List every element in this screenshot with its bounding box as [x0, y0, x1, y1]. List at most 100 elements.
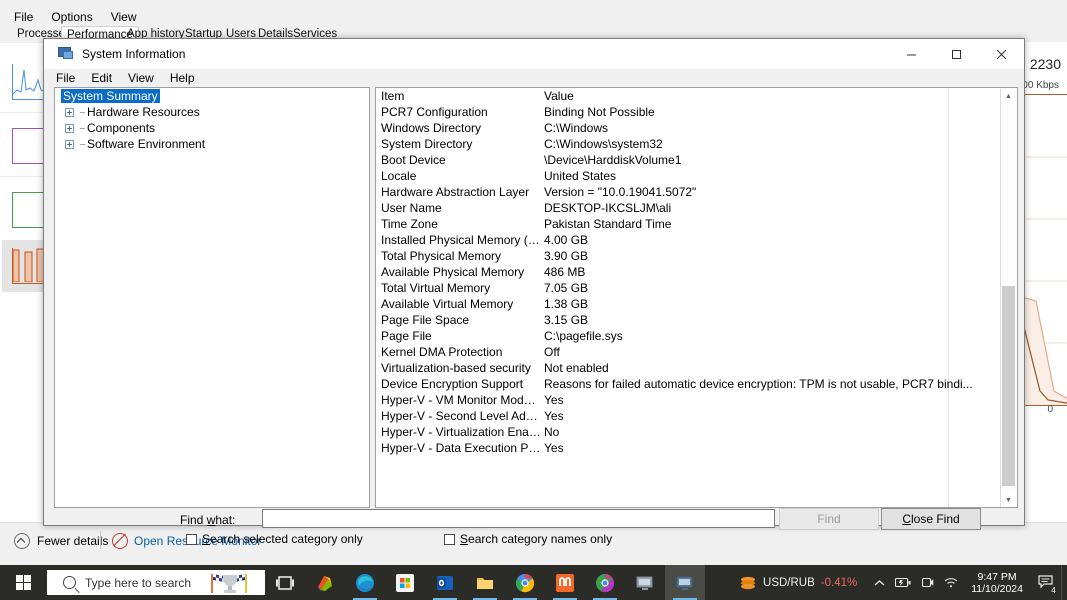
tree-item-software-environment[interactable]: Software Environment	[55, 136, 369, 152]
start-button[interactable]	[0, 565, 46, 600]
table-row[interactable]: Total Virtual Memory 7.05 GB	[376, 280, 1017, 296]
taskbar-clock[interactable]: 9:47 PM 11/10/2024	[963, 565, 1031, 600]
checkbox-icon[interactable]	[444, 533, 455, 545]
si-menu-view[interactable]: View	[128, 71, 154, 85]
table-row[interactable]: Page File Space 3.15 GB	[376, 312, 1017, 328]
table-row[interactable]: Time Zone Pakistan Standard Time	[376, 216, 1017, 232]
table-row[interactable]: Hyper-V - Virtualization Enable... No	[376, 424, 1017, 440]
si-menu-file[interactable]: File	[56, 71, 75, 85]
category-tree[interactable]: System Summary Hardware Resources Compon…	[54, 87, 370, 508]
tree-item-hardware-resources[interactable]: Hardware Resources	[55, 104, 369, 120]
taskbar-app-chrome[interactable]	[505, 565, 545, 600]
row-item: Device Encryption Support	[381, 377, 524, 391]
table-row[interactable]: System Directory C:\Windows\system32	[376, 136, 1017, 152]
find-input[interactable]	[262, 509, 775, 528]
table-row[interactable]: Hardware Abstraction Layer Version = "10.…	[376, 184, 1017, 200]
search-illustration-icon	[201, 571, 259, 594]
taskbar-search-box[interactable]: Type here to search	[47, 570, 265, 595]
task-view-button[interactable]	[265, 565, 305, 600]
menu-view[interactable]: View	[111, 10, 137, 24]
tree-item-components[interactable]: Components	[55, 120, 369, 136]
table-row[interactable]: Kernel DMA Protection Off	[376, 344, 1017, 360]
microsoft-store-icon	[396, 573, 414, 592]
taskbar-app-system-information-active[interactable]	[665, 565, 705, 600]
table-row[interactable]: User Name DESKTOP-IKCSLJM\ali	[376, 200, 1017, 216]
row-item: Hyper-V - Second Level Addres...	[381, 409, 541, 423]
list-scrollbar[interactable]: ▲ ▼	[1000, 89, 1016, 507]
taskbar-app-orange[interactable]	[545, 565, 585, 600]
taskbar-app-microsoft-store[interactable]	[385, 565, 425, 600]
expand-icon[interactable]	[65, 107, 74, 117]
scroll-down-icon[interactable]: ▼	[1001, 493, 1016, 507]
table-row[interactable]: Available Virtual Memory 1.38 GB	[376, 296, 1017, 312]
scroll-up-icon[interactable]: ▲	[1001, 89, 1016, 104]
minimize-button[interactable]	[889, 39, 934, 69]
taskbar-app-chrome-canary[interactable]	[585, 565, 625, 600]
menu-file[interactable]: File	[14, 10, 33, 24]
expand-icon[interactable]	[65, 139, 74, 149]
battery-status-icon[interactable]	[891, 565, 915, 600]
row-value: Version = "10.0.19041.5072"	[544, 185, 697, 199]
row-value: Binding Not Possible	[544, 105, 655, 119]
notification-center-button[interactable]: 4	[1031, 565, 1061, 600]
table-row[interactable]: Available Physical Memory 486 MB	[376, 264, 1017, 280]
taskbar-app-edge[interactable]	[345, 565, 385, 600]
table-row[interactable]: Page File C:\pagefile.sys	[376, 328, 1017, 344]
row-value: Pakistan Standard Time	[544, 217, 672, 231]
expand-icon[interactable]	[65, 123, 74, 133]
close-find-button[interactable]: Close Find	[881, 508, 981, 530]
taskbar-app-outlook[interactable]	[425, 565, 465, 600]
table-row[interactable]: Hyper-V - Second Level Addres...Yes	[376, 408, 1017, 424]
find-button[interactable]: Find	[779, 508, 879, 530]
checkbox-icon[interactable]	[186, 533, 197, 545]
table-row[interactable]: Boot Device \Device\HarddiskVolume1	[376, 152, 1017, 168]
table-row[interactable]: Virtualization-based security Not enabled	[376, 360, 1017, 376]
search-placeholder: Type here to search	[85, 575, 192, 590]
bluetooth-or-meet-now-icon[interactable]	[915, 565, 939, 600]
meet-now-icon	[921, 577, 934, 588]
close-button[interactable]	[979, 39, 1024, 69]
network-status-icon[interactable]	[939, 565, 963, 600]
table-row[interactable]: PCR7 Configuration Binding Not Possible	[376, 104, 1017, 120]
chevron-up-icon	[874, 579, 885, 585]
row-value: 3.15 GB	[544, 313, 589, 327]
search-selected-category-checkbox[interactable]: Search selected category only	[186, 532, 363, 546]
row-item: Time Zone	[381, 217, 438, 231]
si-menu-edit[interactable]: Edit	[91, 71, 112, 85]
task-view-icon	[276, 575, 294, 590]
row-value: C:\Windows\system32	[544, 137, 663, 151]
maximize-button[interactable]	[934, 39, 979, 69]
table-row[interactable]: Installed Physical Memory (RAM) 4.00 GB	[376, 232, 1017, 248]
details-list[interactable]: Item Value PCR7 Configuration Binding Not…	[375, 87, 1018, 508]
show-hidden-icons-button[interactable]	[867, 565, 891, 600]
scrollbar-track[interactable]	[1001, 104, 1016, 493]
disk-graph-thumbnail	[12, 192, 46, 228]
table-row[interactable]: Device Encryption Support Reasons for fai…	[376, 376, 1017, 392]
taskbar-app-file-explorer[interactable]	[465, 565, 505, 600]
menu-options[interactable]: Options	[51, 10, 92, 24]
edge-icon	[356, 573, 374, 592]
stock-widget[interactable]: USD/RUB -0.41%	[740, 576, 857, 590]
close-icon	[996, 49, 1007, 59]
tree-item-label: Hardware Resources	[87, 105, 200, 119]
column-header-item[interactable]: Item	[376, 89, 541, 103]
row-value: 486 MB	[544, 265, 586, 279]
taskbar-app-system-info[interactable]	[625, 565, 665, 600]
tree-item-system-summary[interactable]: System Summary	[55, 88, 369, 104]
table-row[interactable]: Hyper-V - Data Execution Prote...Yes	[376, 440, 1017, 456]
table-row[interactable]: Total Physical Memory 3.90 GB	[376, 248, 1017, 264]
tree-item-label: Components	[87, 121, 156, 135]
search-category-names-checkbox[interactable]: Search category names only	[444, 532, 612, 546]
table-row[interactable]: Hyper-V - VM Monitor Mode E... Yes	[376, 392, 1017, 408]
taskbar-app-office[interactable]	[305, 565, 345, 600]
scrollbar-thumb[interactable]	[1002, 286, 1015, 486]
system-information-titlebar[interactable]: System Information	[44, 39, 1024, 69]
table-row[interactable]: Windows Directory C:\Windows	[376, 120, 1017, 136]
si-menu-help[interactable]: Help	[170, 71, 195, 85]
search-icon	[63, 576, 76, 589]
row-item: Installed Physical Memory (RAM)	[381, 233, 541, 247]
table-row[interactable]: Locale United States	[376, 168, 1017, 184]
column-header-value[interactable]: Value	[541, 89, 904, 103]
show-desktop-button[interactable]	[1061, 565, 1067, 600]
task-manager-menubar: File Options View	[0, 8, 137, 26]
